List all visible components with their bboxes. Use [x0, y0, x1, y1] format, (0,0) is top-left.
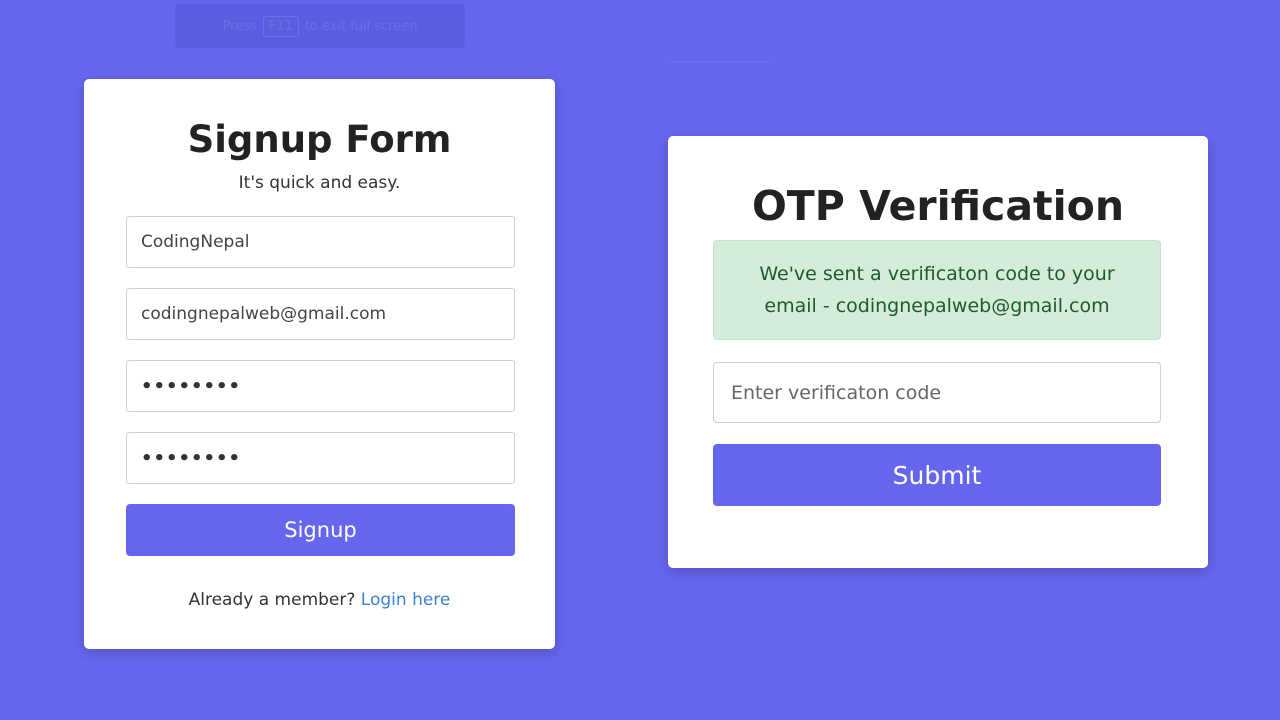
email-input[interactable]: codingnepalweb@gmail.com — [126, 288, 515, 340]
login-prompt: Already a member? Login here — [84, 590, 555, 610]
name-input[interactable]: CodingNepal — [126, 216, 515, 268]
confirm-password-input[interactable]: •••••••• — [126, 432, 515, 484]
signup-button[interactable]: Signup — [126, 504, 515, 556]
hint-key: F11 — [262, 15, 299, 37]
submit-button[interactable]: Submit — [713, 444, 1161, 506]
verification-code-input[interactable] — [713, 362, 1161, 423]
fullscreen-exit-hint: Press F11 to exit full screen — [175, 4, 465, 48]
otp-verification-card: OTP Verification We've sent a verificato… — [668, 136, 1208, 568]
signup-title: Signup Form — [187, 118, 452, 161]
login-link[interactable]: Login here — [361, 590, 451, 610]
already-member-text: Already a member? — [188, 590, 356, 610]
hint-text: to exit full screen — [304, 18, 418, 34]
verification-sent-alert: We've sent a verificaton code to your em… — [713, 240, 1161, 340]
otp-title: OTP Verification — [751, 182, 1125, 230]
faint-background-element — [670, 44, 770, 62]
hint-press-text: Press — [222, 18, 257, 34]
signup-form-card: Signup Form It's quick and easy. CodingN… — [84, 79, 555, 649]
password-input[interactable]: •••••••• — [126, 360, 515, 412]
signup-subtitle: It's quick and easy. — [238, 173, 401, 193]
